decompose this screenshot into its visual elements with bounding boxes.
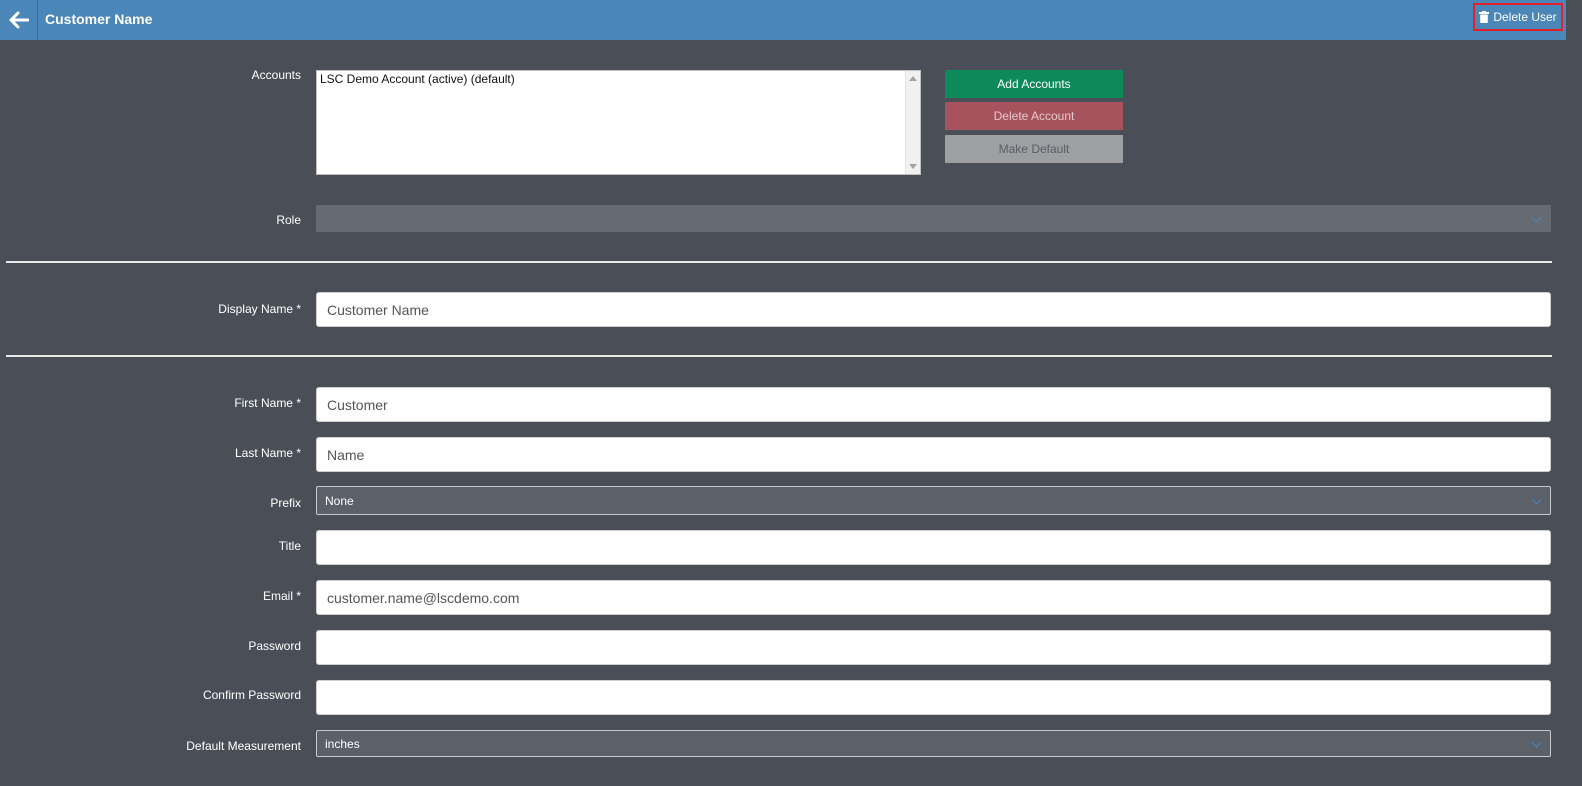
- account-item[interactable]: LSC Demo Account (active) (default): [317, 71, 920, 87]
- delete-user-label: Delete User: [1493, 10, 1557, 24]
- delete-user-button[interactable]: Delete User: [1473, 3, 1563, 31]
- confirm-password-input[interactable]: [316, 680, 1551, 715]
- prefix-value: None: [325, 493, 354, 508]
- chevron-down-icon: [1531, 737, 1542, 748]
- role-label: Role: [276, 213, 301, 227]
- divider: [6, 261, 1552, 263]
- accounts-list[interactable]: LSC Demo Account (active) (default): [316, 70, 921, 175]
- display-name-input[interactable]: Customer Name: [316, 292, 1551, 327]
- add-accounts-button[interactable]: Add Accounts: [945, 70, 1123, 98]
- password-input[interactable]: [316, 630, 1551, 665]
- make-default-button[interactable]: Make Default: [945, 135, 1123, 163]
- title-label: Title: [278, 539, 301, 553]
- email-input[interactable]: customer.name@lscdemo.com: [316, 580, 1551, 615]
- prefix-select[interactable]: None: [316, 486, 1551, 515]
- chevron-down-icon: [1531, 494, 1542, 505]
- divider: [6, 355, 1552, 357]
- display-name-label: Display Name *: [218, 302, 301, 316]
- scroll-down-icon[interactable]: [909, 164, 917, 169]
- email-label: Email *: [262, 589, 301, 603]
- first-name-label: First Name *: [234, 396, 301, 410]
- last-name-label: Last Name *: [234, 446, 301, 460]
- title-input[interactable]: [316, 530, 1551, 565]
- last-name-input[interactable]: Name: [316, 437, 1551, 472]
- page-title: Customer Name: [45, 11, 153, 27]
- chevron-down-icon: [1531, 212, 1542, 223]
- default-measurement-label: Default Measurement: [186, 739, 301, 753]
- confirm-password-label: Confirm Password: [202, 688, 301, 702]
- delete-account-button[interactable]: Delete Account: [945, 102, 1123, 130]
- role-select[interactable]: [316, 205, 1551, 232]
- password-label: Password: [248, 639, 301, 653]
- default-measurement-select[interactable]: inches: [316, 730, 1551, 757]
- accounts-label: Accounts: [251, 68, 301, 82]
- trash-icon: [1479, 11, 1490, 23]
- default-measurement-value: inches: [325, 736, 360, 751]
- first-name-input[interactable]: Customer: [316, 387, 1551, 422]
- arrow-left-icon: [9, 11, 29, 29]
- top-header: Customer Name Delete User: [0, 0, 1566, 40]
- prefix-label: Prefix: [270, 496, 301, 510]
- back-button[interactable]: [0, 0, 38, 40]
- accounts-scrollbar[interactable]: [905, 71, 920, 174]
- scroll-up-icon[interactable]: [909, 76, 917, 81]
